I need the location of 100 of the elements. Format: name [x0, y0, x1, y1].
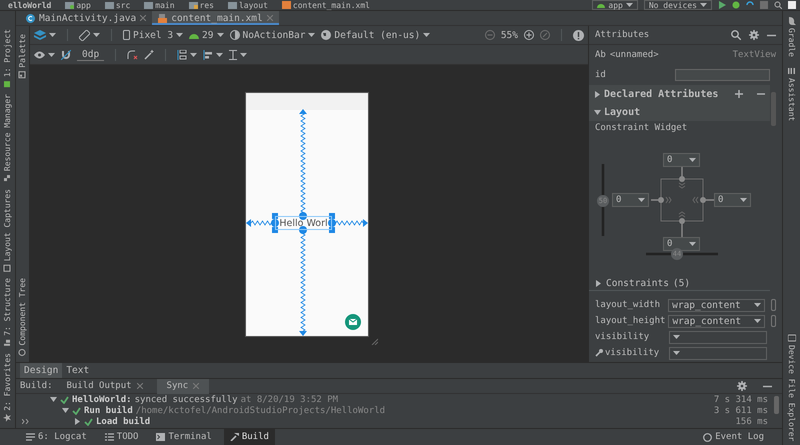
text-view-label: Hello Worl — [275, 216, 332, 230]
rotate-icon — [79, 30, 90, 40]
magnet-icon[interactable] — [61, 50, 71, 60]
field-label: layout_height — [595, 316, 666, 326]
tool-window-button[interactable]: Assistant — [787, 66, 796, 122]
tool-window-button[interactable]: Gradle — [787, 17, 796, 57]
id-input-field[interactable] — [675, 69, 770, 81]
tool-window-button[interactable]: TODO — [98, 429, 144, 445]
orientation-dropdown[interactable] — [79, 30, 100, 40]
align-dropdown[interactable] — [203, 50, 224, 60]
breadcrumb[interactable]: layout — [238, 0, 268, 10]
breadcrumb[interactable]: src — [116, 0, 130, 10]
close-icon[interactable] — [140, 15, 146, 21]
tool-window-button[interactable]: 2: Favorites — [3, 353, 12, 422]
attribute-dropdown[interactable]: wrap_content — [668, 298, 766, 312]
tool-window-button[interactable]: 7: Structure — [3, 278, 12, 347]
build-tab[interactable]: Build Output — [56, 378, 153, 394]
device-dropdown[interactable]: Pixel 3 — [123, 30, 184, 40]
editor-tab[interactable]: MainActivity.java — [20, 11, 152, 25]
wrench-icon — [595, 349, 603, 357]
api-level-dropdown[interactable]: 29 — [189, 30, 224, 40]
search-icon[interactable] — [731, 30, 741, 40]
size-toggle[interactable] — [771, 299, 776, 311]
build-message: synced successfully — [134, 394, 238, 404]
caret-icon — [740, 198, 747, 202]
margin-dropdown[interactable]: 0 — [714, 193, 751, 207]
android-icon — [189, 32, 200, 38]
caret-icon — [176, 33, 184, 37]
caret-icon — [754, 303, 762, 307]
tool-window-button[interactable]: Device File Explorer — [787, 334, 796, 441]
clear-constraints-icon[interactable] — [127, 50, 138, 60]
anchor-handle[interactable] — [328, 219, 336, 227]
breadcrumb[interactable]: res — [200, 0, 214, 10]
caret-icon — [689, 242, 696, 246]
attribute-dropdown[interactable]: wrap_content — [668, 314, 766, 328]
folder-icon — [188, 1, 198, 9]
distribute-icon — [177, 50, 188, 60]
margin-dropdown[interactable]: 0 — [663, 237, 700, 251]
tool-window-button[interactable]: Resource Manager — [3, 94, 12, 182]
theme-dropdown[interactable]: NoActionBar — [230, 30, 316, 40]
settings-icon[interactable] — [737, 381, 747, 391]
default-margin-field[interactable]: 0dp — [77, 48, 104, 60]
build-step-title: HelloWorld: — [72, 394, 132, 404]
add-icon[interactable] — [735, 90, 743, 98]
breadcrumb[interactable]: main — [155, 0, 175, 10]
search-icon[interactable] — [774, 1, 782, 9]
breadcrumb[interactable]: content_main.xml — [292, 0, 370, 10]
design-surface-dropdown[interactable] — [34, 30, 56, 40]
device-dropdown[interactable]: No devices — [644, 0, 712, 10]
tool-window-button[interactable]: Build — [224, 429, 275, 445]
locale-dropdown[interactable]: Default (en-us) — [321, 30, 430, 40]
event-log-button[interactable]: Event Log — [697, 429, 770, 445]
xml-file-icon — [158, 14, 168, 22]
run-config-dropdown[interactable]: app — [592, 0, 638, 10]
field-label: visibility — [605, 348, 660, 358]
section-header[interactable]: Constraints — [606, 278, 669, 288]
build-tab[interactable]: Sync — [156, 378, 210, 394]
tool-window-button[interactable]: 1: Project — [3, 29, 12, 88]
zoom-in-icon[interactable] — [524, 30, 534, 40]
scrollbar-thumb — [771, 92, 776, 126]
floating-action-button[interactable] — [345, 314, 361, 330]
android-icon — [597, 2, 606, 8]
tool-window-button[interactable]: Terminal — [150, 429, 218, 445]
build-duration: 3 s 611 ms — [714, 406, 768, 416]
margin-dropdown[interactable]: 0 — [663, 153, 700, 167]
view-options-dropdown[interactable] — [34, 50, 55, 58]
tool-window-button[interactable]: Palette — [18, 34, 27, 79]
run-icon[interactable] — [718, 1, 726, 9]
breadcrumb[interactable]: app — [76, 0, 91, 10]
panel-label: Build: — [20, 381, 53, 391]
zoom-fit-icon[interactable] — [540, 30, 550, 40]
anchor-handle[interactable] — [271, 219, 279, 227]
size-toggle[interactable] — [771, 315, 776, 327]
settings-icon[interactable] — [749, 30, 759, 40]
eye-icon — [34, 50, 45, 58]
tool-window-button[interactable]: Layout Captures — [3, 188, 12, 272]
pack-dropdown[interactable] — [177, 50, 198, 60]
warning-icon[interactable] — [573, 30, 584, 40]
palette-icon — [18, 70, 26, 79]
chevron-icon[interactable] — [22, 419, 28, 424]
circle-icon — [18, 348, 26, 356]
caret-icon — [93, 33, 100, 37]
margin-dropdown[interactable]: 0 — [612, 193, 649, 207]
section-header[interactable]: Layout — [604, 106, 640, 118]
field-label: layout_width — [595, 300, 660, 310]
tool-window-button[interactable]: Component Tree — [18, 278, 27, 356]
close-icon[interactable] — [136, 383, 143, 389]
guidelines-dropdown[interactable] — [229, 50, 248, 60]
editor-tab[interactable]: content_main.xml — [152, 11, 279, 25]
align-icon — [203, 50, 214, 60]
view-tab[interactable]: Text — [62, 363, 94, 378]
wand-icon[interactable] — [144, 50, 154, 60]
xml-file-icon — [282, 1, 291, 9]
breadcrumb[interactable]: elloWorld — [8, 0, 52, 10]
tool-window-button[interactable]: 6: Logcat — [20, 429, 93, 445]
panel-title: Attributes — [595, 30, 650, 40]
debug-icon[interactable] — [732, 1, 740, 9]
zoom-out-icon[interactable] — [484, 30, 495, 40]
view-tab[interactable]: Design — [20, 363, 62, 378]
build-step-title: Load build — [96, 416, 150, 426]
